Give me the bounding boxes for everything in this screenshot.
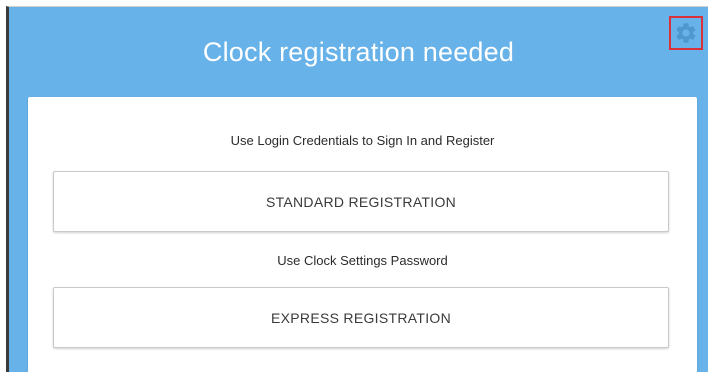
standard-description: Use Login Credentials to Sign In and Reg… bbox=[230, 133, 495, 148]
registration-screen: Clock registration needed Use Login Cred… bbox=[6, 6, 708, 374]
express-registration-button[interactable]: EXPRESS REGISTRATION bbox=[53, 287, 669, 348]
standard-registration-button[interactable]: STANDARD REGISTRATION bbox=[53, 171, 669, 232]
gear-icon bbox=[676, 23, 696, 43]
settings-button[interactable] bbox=[669, 16, 703, 50]
express-description: Use Clock Settings Password bbox=[277, 253, 448, 268]
bottom-edge bbox=[6, 372, 708, 379]
registration-card: Use Login Credentials to Sign In and Reg… bbox=[28, 97, 697, 374]
app-frame: Clock registration needed Use Login Cred… bbox=[0, 0, 711, 379]
page-title: Clock registration needed bbox=[202, 37, 515, 67]
